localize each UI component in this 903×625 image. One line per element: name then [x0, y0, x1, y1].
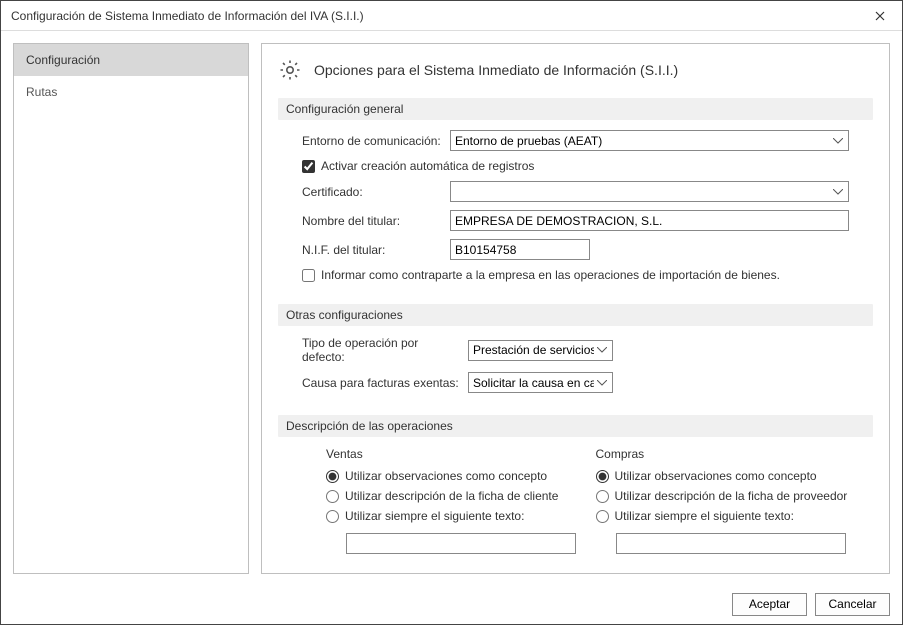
- ventas-opt2-label: Utilizar descripción de la ficha de clie…: [345, 489, 558, 503]
- sidebar-item-configuracion[interactable]: Configuración: [14, 44, 248, 76]
- causa-select[interactable]: Solicitar la causa en cada: [468, 372, 613, 393]
- entorno-select[interactable]: Entorno de pruebas (AEAT): [450, 130, 849, 151]
- ventas-texto-input[interactable]: [346, 533, 576, 554]
- entorno-label: Entorno de comunicación:: [302, 134, 442, 148]
- ventas-radio-observaciones[interactable]: [326, 470, 339, 483]
- sidebar-item-rutas[interactable]: Rutas: [14, 76, 248, 108]
- ventas-radio-descripcion[interactable]: [326, 490, 339, 503]
- compras-column: Compras Utilizar observaciones como conc…: [596, 447, 850, 554]
- compras-radio-texto[interactable]: [596, 510, 609, 523]
- ventas-heading: Ventas: [326, 447, 580, 461]
- general-form: Entorno de comunicación: Entorno de prue…: [278, 130, 873, 304]
- close-button[interactable]: [858, 1, 902, 31]
- nombre-input[interactable]: [450, 210, 849, 231]
- nif-input[interactable]: [450, 239, 590, 260]
- ventas-radio-texto[interactable]: [326, 510, 339, 523]
- compras-radio-observaciones[interactable]: [596, 470, 609, 483]
- auto-create-label: Activar creación automática de registros: [321, 159, 534, 173]
- cancel-button[interactable]: Cancelar: [815, 593, 890, 616]
- informar-label: Informar como contraparte a la empresa e…: [321, 268, 780, 282]
- sidebar: Configuración Rutas: [13, 43, 249, 574]
- certificado-label: Certificado:: [302, 185, 442, 199]
- accept-button[interactable]: Aceptar: [732, 593, 807, 616]
- close-icon: [875, 11, 885, 21]
- section-title-desc: Descripción de las operaciones: [278, 415, 873, 437]
- ventas-opt3-label: Utilizar siempre el siguiente texto:: [345, 509, 524, 523]
- main-panel: Opciones para el Sistema Inmediato de In…: [261, 43, 890, 574]
- nombre-label: Nombre del titular:: [302, 214, 442, 228]
- compras-opt3-label: Utilizar siempre el siguiente texto:: [615, 509, 794, 523]
- content-area: Configuración Rutas Opciones para el Sis…: [1, 31, 902, 586]
- title-bar: Configuración de Sistema Inmediato de In…: [1, 1, 902, 31]
- page-header: Opciones para el Sistema Inmediato de In…: [278, 58, 873, 82]
- compras-texto-input[interactable]: [616, 533, 846, 554]
- certificado-select[interactable]: [450, 181, 849, 202]
- compras-heading: Compras: [596, 447, 850, 461]
- compras-radio-descripcion[interactable]: [596, 490, 609, 503]
- window-title: Configuración de Sistema Inmediato de In…: [11, 9, 364, 23]
- causa-label: Causa para facturas exentas:: [302, 376, 460, 390]
- tipo-select[interactable]: Prestación de servicios: [468, 340, 613, 361]
- desc-columns: Ventas Utilizar observaciones como conce…: [278, 447, 873, 558]
- gear-icon: [278, 58, 302, 82]
- ventas-opt1-label: Utilizar observaciones como concepto: [345, 469, 547, 483]
- sidebar-item-label: Configuración: [26, 53, 100, 67]
- section-title-otras: Otras configuraciones: [278, 304, 873, 326]
- page-title: Opciones para el Sistema Inmediato de In…: [314, 62, 678, 78]
- auto-create-checkbox[interactable]: [302, 160, 315, 173]
- nif-label: N.I.F. del titular:: [302, 243, 442, 257]
- dialog-window: Configuración de Sistema Inmediato de In…: [0, 0, 903, 625]
- tipo-label: Tipo de operación por defecto:: [302, 336, 460, 364]
- section-title-general: Configuración general: [278, 98, 873, 120]
- otras-form: Tipo de operación por defecto: Prestació…: [278, 336, 873, 415]
- button-bar: Aceptar Cancelar: [1, 586, 902, 624]
- sidebar-item-label: Rutas: [26, 85, 57, 99]
- compras-opt2-label: Utilizar descripción de la ficha de prov…: [615, 489, 848, 503]
- ventas-column: Ventas Utilizar observaciones como conce…: [326, 447, 580, 554]
- compras-opt1-label: Utilizar observaciones como concepto: [615, 469, 817, 483]
- informar-checkbox[interactable]: [302, 269, 315, 282]
